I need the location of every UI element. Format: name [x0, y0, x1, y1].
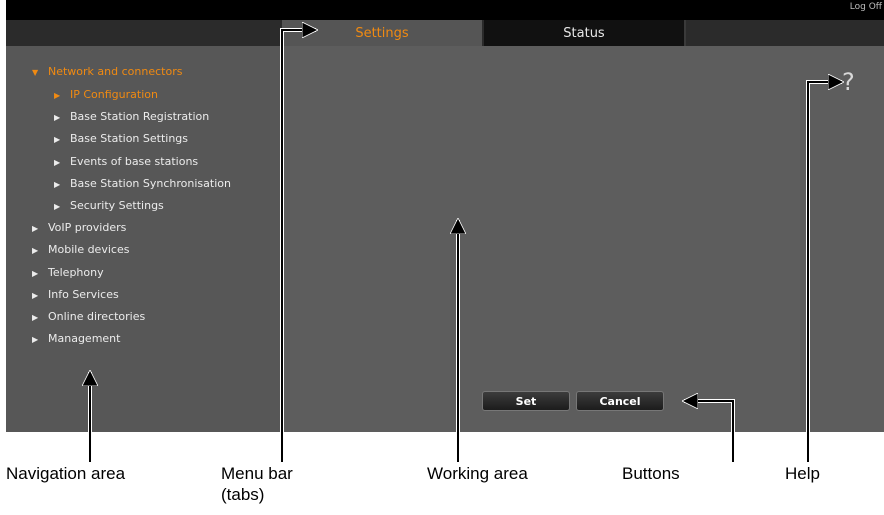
help-caption: Help — [785, 464, 820, 483]
buttons-caption: Buttons — [622, 464, 680, 483]
menu-bar-caption-line1: Menu bar — [221, 464, 293, 483]
working-area-caption: Working area — [427, 464, 528, 483]
menu-bar-caption-line2: (tabs) — [221, 485, 265, 504]
menu-bar-caption: Menu bar (tabs) — [221, 463, 293, 505]
annotation-arrows — [0, 0, 884, 462]
help-arrow — [807, 82, 842, 462]
navigation-area-caption: Navigation area — [6, 464, 126, 483]
buttons-arrow — [684, 401, 734, 462]
menu-bar-arrow — [281, 30, 316, 462]
